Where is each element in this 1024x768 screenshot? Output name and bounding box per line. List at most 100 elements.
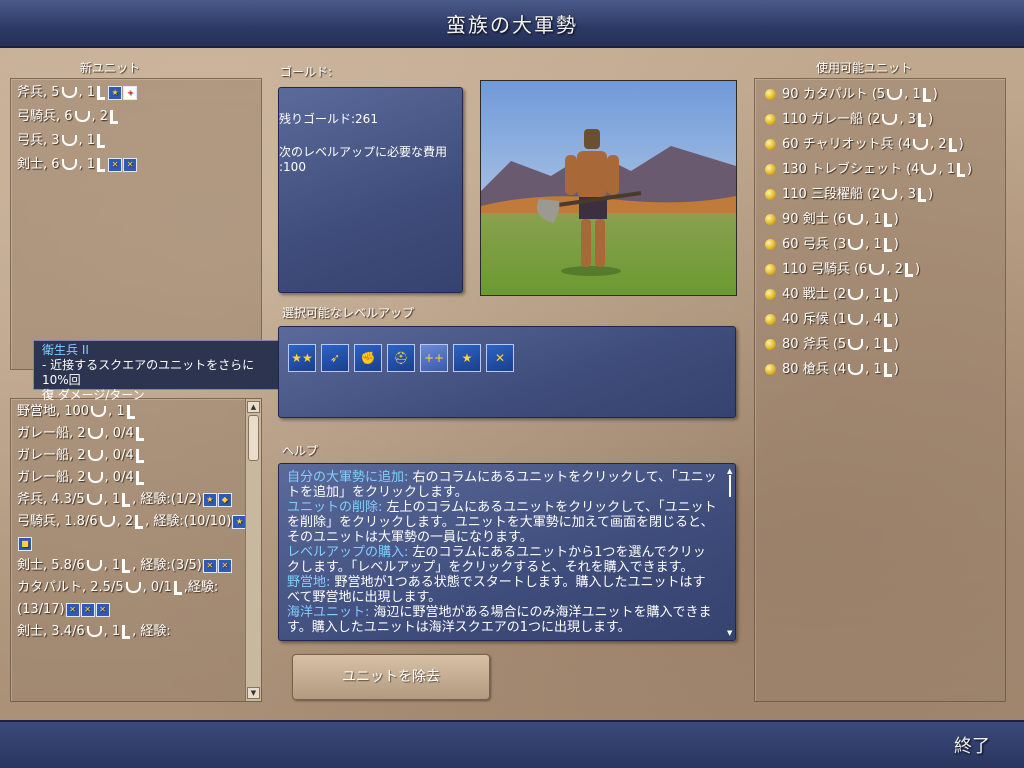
new-unit-name-strength: 弓兵, 3 bbox=[17, 133, 60, 148]
promotion-option-icon[interactable]: ✊ bbox=[354, 344, 382, 372]
movement-icon bbox=[173, 580, 182, 595]
movement-icon bbox=[97, 133, 106, 148]
new-unit-row[interactable]: 弓兵, 3 , 1 bbox=[11, 129, 261, 153]
army-unit-row[interactable]: カタパルト, 2.5/5, 0/1 ,経験: (13/17) ✕ ✕ ✕ bbox=[11, 577, 247, 621]
strength-icon bbox=[848, 289, 864, 300]
unit-movement: , 1 bbox=[865, 287, 882, 302]
unit-movement: , 1 bbox=[865, 337, 882, 352]
movement-icon bbox=[883, 287, 892, 302]
available-unit-row[interactable]: 90 カタパルト (5 , 1) bbox=[755, 82, 1005, 107]
new-unit-name-strength: 斧兵, 5 bbox=[17, 85, 60, 100]
bottom-bar: 終了 bbox=[0, 720, 1024, 768]
promotion-option-icon[interactable]: ★ bbox=[453, 344, 481, 372]
gold-coin-icon bbox=[765, 239, 776, 250]
movement-icon bbox=[883, 362, 892, 377]
available-unit-row[interactable]: 90 剣士 (6 , 1) bbox=[755, 207, 1005, 232]
new-unit-movement: , 1 bbox=[78, 157, 96, 172]
help-heading: レベルアップの購入: bbox=[287, 545, 409, 560]
unit-movement: , 1 bbox=[865, 362, 882, 377]
available-unit-row[interactable]: 130 トレブシェット (4 , 1) bbox=[755, 157, 1005, 182]
help-scroll-thumb[interactable] bbox=[729, 475, 731, 497]
unit-movement: , 2 bbox=[930, 137, 947, 152]
promotion-option-icon[interactable]: ➶ bbox=[321, 344, 349, 372]
help-paragraph: 海洋ユニット: 海辺に野営地がある場合にのみ海洋ユニットを購入できます。購入した… bbox=[287, 605, 717, 635]
remove-unit-button[interactable]: ユニットを除去 bbox=[292, 654, 490, 700]
movement-icon bbox=[922, 87, 931, 102]
tooltip-title: 衛生兵 II bbox=[42, 343, 89, 357]
unit-movement: , 1 bbox=[865, 212, 882, 227]
army-unit-row[interactable]: 剣士, 3.4/6 , 1 , 経験: bbox=[11, 621, 247, 643]
levelup-cost-line-2: :100 bbox=[279, 160, 306, 174]
army-unit-text: 弓騎兵, 1.8/6 bbox=[17, 514, 98, 529]
army-unit-text: ガレー船, 2 bbox=[17, 448, 86, 463]
new-unit-row[interactable]: 剣士, 6 , 1 ✕ ✕ bbox=[11, 153, 261, 177]
help-scrollbar[interactable]: ▲ ▼ bbox=[727, 467, 733, 637]
unit-name-strength: 戦士 (2 bbox=[802, 287, 847, 302]
unit-movement: , 3 bbox=[899, 187, 916, 202]
army-unit-text: 剣士, 5.8/6 bbox=[17, 558, 85, 573]
army-unit-row[interactable]: 斧兵, 4.3/5 , 1 , 経験:(1/2) ★ ◆ bbox=[11, 489, 247, 511]
available-unit-row[interactable]: 60 チャリオット兵 (4 , 2) bbox=[755, 132, 1005, 157]
strength-icon bbox=[87, 450, 103, 461]
unit-name-strength: チャリオット兵 (4 bbox=[802, 137, 912, 152]
unit-close-paren: ) bbox=[915, 262, 921, 277]
title-bar: 蛮族の大軍勢 bbox=[0, 0, 1024, 48]
available-units-label: 使用可能ユニット bbox=[816, 61, 913, 75]
strength-icon bbox=[869, 264, 885, 275]
new-unit-row[interactable]: 弓騎兵, 6 , 2 bbox=[11, 105, 261, 129]
movement-icon bbox=[97, 85, 106, 100]
gold-coin-icon bbox=[765, 314, 776, 325]
promotion-badge-icon: ★ bbox=[202, 492, 217, 507]
movement-icon bbox=[97, 157, 106, 172]
army-unit-text: カタパルト, 2.5/5 bbox=[17, 580, 124, 595]
promotion-option-icon[interactable]: ++ bbox=[420, 344, 448, 372]
strength-icon bbox=[61, 87, 77, 98]
army-unit-text: (1/2) bbox=[170, 492, 202, 507]
unit-close-paren: ) bbox=[932, 87, 938, 102]
gold-coin-icon bbox=[765, 264, 776, 275]
available-unit-row[interactable]: 110 ガレー船 (2 , 3) bbox=[755, 107, 1005, 132]
available-unit-row[interactable]: 80 斧兵 (5 , 1) bbox=[755, 332, 1005, 357]
army-unit-row[interactable]: ガレー船, 2 , 0/4 bbox=[11, 445, 247, 467]
strength-icon bbox=[61, 135, 77, 146]
promotion-option-icon[interactable]: ★★ bbox=[288, 344, 316, 372]
promotion-option-icon[interactable]: ✕ bbox=[486, 344, 514, 372]
army-unit-row[interactable]: 剣士, 5.8/6, 1, 経験:(3/5) ✕ ✕ bbox=[11, 555, 247, 577]
movement-icon bbox=[883, 212, 892, 227]
help-scroll-up-arrow[interactable]: ▲ bbox=[727, 467, 733, 475]
scroll-thumb[interactable] bbox=[248, 415, 259, 461]
strength-icon bbox=[848, 214, 864, 225]
available-unit-row[interactable]: 40 斥候 (1 , 4) bbox=[755, 307, 1005, 332]
army-unit-text: , 0/4 bbox=[104, 426, 134, 441]
help-paragraph: レベルアップの購入: 左のコラムにあるユニットから1つを選んでクリックします。「… bbox=[287, 545, 717, 575]
army-unit-row[interactable]: ガレー船, 2 , 0/4 bbox=[11, 423, 247, 445]
gold-remaining: 残りゴールド:261 bbox=[279, 112, 378, 126]
scroll-down-arrow[interactable]: ▼ bbox=[247, 687, 260, 699]
army-scrollbar[interactable]: ▲ ▼ bbox=[245, 399, 261, 701]
unit-cost: 40 bbox=[782, 312, 799, 327]
movement-icon bbox=[957, 162, 965, 177]
end-button[interactable]: 終了 bbox=[954, 732, 990, 758]
strength-icon bbox=[61, 159, 77, 170]
new-units-panel: 斧兵, 5 , 1 ★ + 弓騎兵, 6 , 2 弓兵, 3 , 1 剣士, 6 , 1 ✕ ✕ bbox=[10, 78, 262, 370]
army-unit-row[interactable]: 野営地, 100 , 1 bbox=[11, 401, 247, 423]
unit-cost: 60 bbox=[782, 237, 799, 252]
help-paragraph: 野営地: 野営地が1つある状態でスタートします。購入したユニットはすべて野営地に… bbox=[287, 575, 717, 605]
available-unit-row[interactable]: 110 三段櫂船 (2 , 3) bbox=[755, 182, 1005, 207]
new-unit-row[interactable]: 斧兵, 5 , 1 ★ + bbox=[11, 81, 261, 105]
help-scroll-down-arrow[interactable]: ▼ bbox=[727, 629, 732, 637]
unit-close-paren: ) bbox=[928, 187, 934, 202]
unit-name-strength: 剣士 (6 bbox=[802, 212, 847, 227]
available-unit-row[interactable]: 80 槍兵 (4 , 1) bbox=[755, 357, 1005, 382]
available-unit-row[interactable]: 110 弓騎兵 (6 , 2) bbox=[755, 257, 1005, 282]
unit-movement: , 1 bbox=[938, 162, 955, 177]
available-unit-row[interactable]: 60 弓兵 (3 , 1) bbox=[755, 232, 1005, 257]
promotion-option-icon[interactable]: ⛑ bbox=[387, 344, 415, 372]
help-body: 野営地が1つある状態でスタートします。購入したユニットはすべて野営地に出現します… bbox=[287, 575, 706, 605]
available-unit-row[interactable]: 40 戦士 (2 , 1) bbox=[755, 282, 1005, 307]
army-unit-text: 剣士, 3.4/6 bbox=[17, 624, 85, 639]
army-unit-row[interactable]: ガレー船, 2 , 0/4 bbox=[11, 467, 247, 489]
gold-coin-icon bbox=[765, 364, 776, 375]
army-unit-row[interactable]: 弓騎兵, 1.8/6, 2, 経験:(10/10) ★■ bbox=[11, 511, 247, 555]
promotion-badge-icon: ◆ bbox=[217, 492, 232, 507]
